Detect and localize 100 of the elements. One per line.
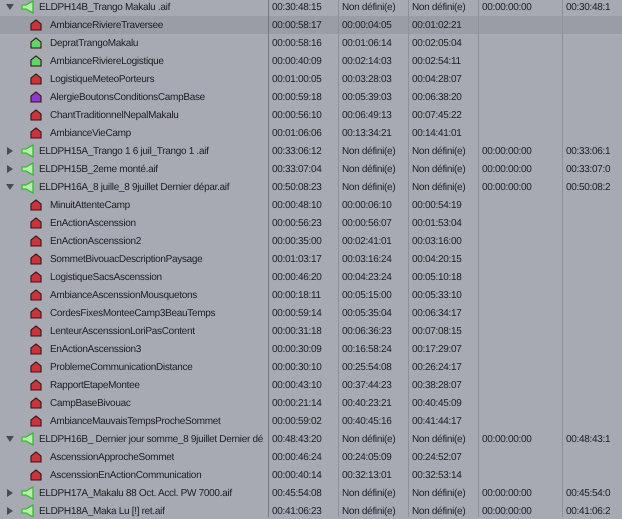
table-cell: 00:00:59:18 — [272, 92, 322, 102]
table-cell: 00:03:28:03 — [342, 74, 392, 84]
disclosure-triangle[interactable] — [5, 182, 15, 192]
table-cell: 00:00:59:02 — [272, 416, 322, 426]
marker-name: AmbianceRiviereTraversee — [50, 20, 164, 30]
table-cell: 00:05:33:10 — [412, 290, 462, 300]
table-cell: 00:06:49:13 — [342, 110, 392, 120]
marker-name: EnActionAscenssion3 — [50, 344, 142, 354]
speaker-icon — [21, 180, 35, 194]
clip-name: ELDPH16B_ Dernier jour somme_8 9juillet Dernier dé — [39, 434, 263, 444]
table-cell: 00:16:58:24 — [342, 344, 392, 354]
table-cell: 00:01:53:04 — [412, 218, 462, 228]
table-cell: 00:00:00:00 — [482, 164, 532, 174]
marker-row[interactable]: AscenssionApprocheSommet 00:00:46:24 00:24:05:09 00:24:52:07 — [0, 448, 622, 466]
table-cell: 00:33:07:0 — [566, 164, 610, 174]
table-cell: Non défini(e) — [342, 182, 396, 192]
table-cell: 00:33:06:12 — [272, 146, 322, 156]
clip-row[interactable]: ELDPH16B_ Dernier jour somme_8 9juillet Dernier dé 00:48:43:20 Non défini(e) Non défini(e) 00:00:00:00 00:48:43:1 — [0, 430, 622, 448]
table-cell: 00:00:54:19 — [412, 200, 462, 210]
table-cell: 00:07:08:15 — [412, 326, 462, 336]
marker-row[interactable]: AmbianceRiviereLogistique 00:00:40:09 00:02:14:03 00:02:54:11 — [0, 52, 622, 70]
clip-row[interactable]: ELDPH16A_8 juille_8 9juillet Dernier dépar.aif 00:50:08:23 Non défini(e) Non défini(e) 00:00:00:00 00:50:08:2 — [0, 178, 622, 196]
marker-row[interactable]: CampBaseBivouac 00:00:21:14 00:40:23:21 00:40:45:09 — [0, 394, 622, 412]
table-cell: 00:45:54:0 — [566, 488, 610, 498]
table-cell: 00:00:04:05 — [342, 20, 392, 30]
table-cell: 00:03:16:24 — [342, 254, 392, 264]
marker-row[interactable]: MinuitAttenteCamp 00:00:48:10 00:00:06:10 00:00:54:19 — [0, 196, 622, 214]
table-cell: Non défini(e) — [412, 164, 466, 174]
table-cell: Non défini(e) — [342, 488, 396, 498]
table-cell: 00:17:29:07 — [412, 344, 462, 354]
table-cell: 00:24:52:07 — [412, 452, 462, 462]
table-cell: 00:01:06:14 — [342, 38, 392, 48]
table-cell: 00:01:02:21 — [412, 20, 462, 30]
marker-row[interactable]: EnActionAscenssion 00:00:56:23 00:00:56:07 00:01:53:04 — [0, 214, 622, 232]
speaker-icon — [21, 162, 35, 176]
marker-row[interactable]: AscenssionEnActionCommunication 00:00:40:14 00:32:13:01 00:32:53:14 — [0, 466, 622, 484]
disclosure-triangle[interactable] — [5, 488, 15, 498]
marker-row[interactable]: AmbianceRiviereTraversee 00:00:58:17 00:00:04:05 00:01:02:21 — [0, 16, 622, 34]
table-cell: 00:38:28:07 — [412, 380, 462, 390]
clip-name: ELDPH15A_Trango 1 6 juil_Trango 1 .aif — [39, 146, 209, 156]
marker-row[interactable]: EnActionAscenssion3 00:00:30:09 00:16:58:24 00:17:29:07 — [0, 340, 622, 358]
marker-row[interactable]: AlergieBoutonsConditionsCampBase 00:00:59:18 00:05:39:03 00:06:38:20 — [0, 88, 622, 106]
table-cell: 00:04:28:07 — [412, 74, 462, 84]
disclosure-triangle[interactable] — [5, 506, 15, 516]
table-cell: 00:25:54:08 — [342, 362, 392, 372]
table-cell: Non défini(e) — [342, 146, 396, 156]
marker-row[interactable]: ProblemeCommunicationDistance 00:00:30:10 00:25:54:08 00:26:24:17 — [0, 358, 622, 376]
clip-row[interactable]: ELDPH15A_Trango 1 6 juil_Trango 1 .aif 00:33:06:12 Non défini(e) Non défini(e) 00:00:00:00 00:33:06:1 — [0, 142, 622, 160]
clip-row[interactable]: ELDPH17A_Makalu 88 Oct. Accl. PW 7000.aif 00:45:54:08 Non défini(e) Non défini(e) 00:00:00:00 00:45:54:0 — [0, 484, 622, 502]
table-cell: 00:00:31:18 — [272, 326, 322, 336]
clip-row[interactable]: ELDPH15B_2eme monté.aif 00:33:07:04 Non défini(e) Non défini(e) 00:00:00:00 00:33:07:0 — [0, 160, 622, 178]
table-cell: 00:05:10:18 — [412, 272, 462, 282]
marker-row[interactable]: AmbianceVieCamp 00:01:06:06 00:13:34:21 00:14:41:01 — [0, 124, 622, 142]
table-cell: 00:00:00:00 — [482, 2, 532, 12]
table-cell: 00:32:53:14 — [412, 470, 462, 480]
table-cell: 00:26:24:17 — [412, 362, 462, 372]
table-cell: 00:00:21:14 — [272, 398, 322, 408]
disclosure-triangle[interactable] — [5, 2, 15, 12]
marker-row[interactable]: CordesFixesMonteeCamp3BeauTemps 00:00:59:14 00:05:35:04 00:06:34:17 — [0, 304, 622, 322]
marker-name: AmbianceAscenssionMousquetons — [50, 290, 197, 300]
table-cell: 00:05:15:00 — [342, 290, 392, 300]
table-cell: 00:33:07:04 — [272, 164, 322, 174]
marker-row[interactable]: DepratTrangoMakalu 00:00:58:16 00:01:06:14 00:02:05:04 — [0, 34, 622, 52]
table-cell: 00:00:46:24 — [272, 452, 322, 462]
marker-row[interactable]: EnActionAscenssion2 00:00:35:00 00:02:41:01 00:03:16:00 — [0, 232, 622, 250]
table-cell: 00:00:00:00 — [482, 146, 532, 156]
clip-row[interactable]: ELDPH18A_Maka Lu [!] ret.aif 00:41:06:23 Non défini(e) Non défini(e) 00:00:00:00 00:41:06:2 — [0, 502, 622, 517]
disclosure-triangle[interactable] — [5, 146, 15, 156]
disclosure-triangle[interactable] — [5, 434, 15, 444]
table-cell: 00:02:41:01 — [342, 236, 392, 246]
table-cell: 00:06:38:20 — [412, 92, 462, 102]
marker-row[interactable]: SommetBivouacDescriptionPaysage 00:01:03:17 00:03:16:24 00:04:20:15 — [0, 250, 622, 268]
table-cell: 00:48:43:1 — [566, 434, 610, 444]
table-cell: 00:00:56:10 — [272, 110, 322, 120]
speaker-icon — [21, 0, 35, 14]
table-cell: 00:24:05:09 — [342, 452, 392, 462]
table-cell: 00:00:43:10 — [272, 380, 322, 390]
marker-row[interactable]: LogistiqueSacsAscenssion 00:00:46:20 00:04:23:24 00:05:10:18 — [0, 268, 622, 286]
marker-name: RapportEtapeMontee — [50, 380, 140, 390]
disclosure-triangle[interactable] — [5, 164, 15, 174]
table-cell: Non défini(e) — [412, 488, 466, 498]
table-cell: 00:00:46:20 — [272, 272, 322, 282]
marker-row[interactable]: RapportEtapeMontee 00:00:43:10 00:37:44:23 00:38:28:07 — [0, 376, 622, 394]
table-cell: 00:13:34:21 — [342, 128, 392, 138]
marker-row[interactable]: LogistiqueMeteoPorteurs 00:01:00:05 00:03:28:03 00:04:28:07 — [0, 70, 622, 88]
marker-name: AlergieBoutonsConditionsCampBase — [50, 92, 205, 102]
clip-name: ELDPH15B_2eme monté.aif — [39, 164, 158, 174]
table-cell: 00:00:58:17 — [272, 20, 322, 30]
marker-row[interactable]: ChantTraditionnelNepalMakalu 00:00:56:10 00:06:49:13 00:07:45:22 — [0, 106, 622, 124]
table-cell: 00:00:18:11 — [272, 290, 321, 300]
table-cell: 00:00:00:00 — [482, 506, 532, 516]
table-cell: 00:32:13:01 — [342, 470, 392, 480]
table-cell: 00:00:58:16 — [272, 38, 322, 48]
table-cell: 00:05:35:04 — [342, 308, 392, 318]
marker-row[interactable]: AmbianceAscenssionMousquetons 00:00:18:11 00:05:15:00 00:05:33:10 — [0, 286, 622, 304]
marker-row[interactable]: AmbianceMauvaisTempsProcheSommet 00:00:59:02 00:40:45:16 00:41:44:17 — [0, 412, 622, 430]
table-cell: 00:05:39:03 — [342, 92, 392, 102]
marker-name: EnActionAscenssion — [50, 218, 136, 228]
table-cell: 00:00:06:10 — [342, 200, 392, 210]
marker-row[interactable]: LenteurAscenssionLoriPasContent 00:00:31:18 00:06:36:23 00:07:08:15 — [0, 322, 622, 340]
